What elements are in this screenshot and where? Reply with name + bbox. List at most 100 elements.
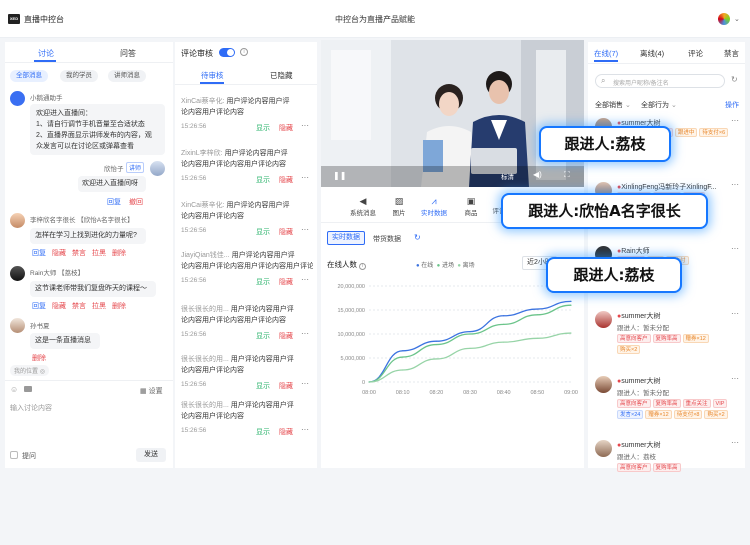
question-checkbox[interactable] <box>10 451 18 459</box>
toolbar-image[interactable]: ▨ 图片 <box>389 196 409 217</box>
operate-button[interactable]: 操作 <box>725 100 739 110</box>
hide-button[interactable]: 隐藏 <box>279 277 293 287</box>
x-tick-label: 08:00 <box>362 390 376 396</box>
recall-button[interactable]: 撤回 <box>129 197 143 207</box>
review-toggle[interactable] <box>219 48 235 57</box>
data-point <box>435 358 437 360</box>
pause-icon[interactable]: ❚❚ <box>333 171 346 180</box>
more-icon[interactable]: ··· <box>301 329 309 338</box>
reply-button[interactable]: 回复 <box>32 248 46 258</box>
filter-my-students[interactable]: 我的学员 <box>60 70 98 82</box>
hide-button[interactable]: 隐藏 <box>52 248 66 258</box>
reply-button[interactable]: 回复 <box>107 197 121 207</box>
folder-icon[interactable] <box>24 386 32 392</box>
toolbar-label: 图片 <box>392 210 406 217</box>
chevron-down-icon: ⌄ <box>670 102 677 109</box>
toolbar-realtime-data[interactable]: ⩘ 实时数据 <box>420 196 448 217</box>
filter-lecturer-messages[interactable]: 讲师消息 <box>108 70 146 82</box>
tab-hidden[interactable]: 已隐藏 <box>270 70 293 81</box>
reviewer-name: ZixinL李梓欣: <box>181 150 223 157</box>
tab-discussion[interactable]: 讨论 <box>38 48 54 59</box>
sales-filter[interactable]: 全部销售 ⌄ <box>595 100 631 110</box>
show-button[interactable]: 显示 <box>256 123 270 133</box>
reviewer-name: 很长很长的用... <box>181 356 229 363</box>
more-icon[interactable]: ··· <box>731 374 739 383</box>
more-icon[interactable]: ··· <box>301 173 309 182</box>
follower-callout: 跟进人:荔枝 <box>546 257 682 293</box>
toolbar-system-messages[interactable]: ◀ 系统消息 <box>350 196 376 217</box>
refresh-icon[interactable]: ↻ <box>414 233 421 242</box>
more-icon[interactable]: ··· <box>301 275 309 284</box>
show-button[interactable]: 显示 <box>256 427 270 437</box>
tab-sales-data[interactable]: 带货数据 <box>373 234 401 244</box>
chevron-down-icon[interactable]: ⌄ <box>734 15 740 23</box>
more-icon[interactable]: ··· <box>731 309 739 318</box>
block-button[interactable]: 拉黑 <box>92 301 106 311</box>
filter-all-messages[interactable]: 全部消息 <box>10 70 48 82</box>
user-message: 怎样在学习上找到进化的力量呢? <box>30 228 146 244</box>
show-button[interactable]: 显示 <box>256 277 270 287</box>
hide-button[interactable]: 隐藏 <box>279 331 293 341</box>
tab-pending[interactable]: 待审核 <box>201 70 224 81</box>
review-time: 15:26:56 <box>181 123 207 130</box>
toolbar-products[interactable]: ▣ 商品 <box>461 196 481 217</box>
mute-button[interactable]: 禁言 <box>72 301 86 311</box>
review-item: XinCai蔡辛化: 用户评论内容用户评 论内容用户评论内容 <box>181 200 313 222</box>
delete-button[interactable]: 删除 <box>112 301 126 311</box>
user-tags: 高意向客户 复购率高 <box>617 463 735 474</box>
mute-button[interactable]: 禁言 <box>72 248 86 258</box>
show-button[interactable]: 显示 <box>256 227 270 237</box>
hide-button[interactable]: 隐藏 <box>52 301 66 311</box>
tab-muted[interactable]: 禁言 <box>724 48 739 59</box>
emoji-icon[interactable]: ☺ <box>10 385 18 394</box>
show-button[interactable]: 显示 <box>256 381 270 391</box>
more-icon[interactable]: ··· <box>731 180 739 189</box>
my-position-button[interactable]: 我的位置 ◎ <box>10 365 49 376</box>
tab-qa[interactable]: 问答 <box>120 48 136 59</box>
tab-offline[interactable]: 离线(4) <box>640 48 664 59</box>
behavior-filter[interactable]: 全部行为 ⌄ <box>641 100 677 110</box>
hide-button[interactable]: 隐藏 <box>279 227 293 237</box>
more-icon[interactable]: ··· <box>301 225 309 234</box>
settings-button[interactable]: ▦ 设置 <box>140 386 163 396</box>
more-icon[interactable]: ··· <box>731 244 739 253</box>
info-icon[interactable]: i <box>359 263 367 270</box>
send-button[interactable]: 发送 <box>136 448 166 462</box>
hide-button[interactable]: 隐藏 <box>279 123 293 133</box>
data-point <box>503 323 505 325</box>
tab-realtime-data[interactable]: 实时数据 <box>327 231 365 245</box>
question-label: 提问 <box>22 453 36 460</box>
more-icon[interactable]: ··· <box>731 438 739 447</box>
info-icon[interactable]: i <box>240 48 248 56</box>
review-first-line: ZixinL李梓欣: 用户评论内容用户评 <box>181 148 313 159</box>
more-icon[interactable]: ··· <box>301 121 309 130</box>
user-avatar[interactable] <box>718 13 730 25</box>
more-icon[interactable]: ··· <box>301 425 309 434</box>
volume-icon[interactable]: ◀) <box>533 170 542 179</box>
show-button[interactable]: 显示 <box>256 331 270 341</box>
hide-button[interactable]: 隐藏 <box>279 427 293 437</box>
user-search-input[interactable]: ⌕ 搜索用户昵称/备注名 <box>595 74 725 88</box>
more-icon[interactable]: ··· <box>731 116 739 125</box>
fullscreen-icon[interactable]: ⛶ <box>564 170 570 180</box>
tab-online[interactable]: 在线(7) <box>594 48 618 59</box>
block-button[interactable]: 拉黑 <box>92 248 106 258</box>
assistant-name: 小鹅通助手 <box>30 95 63 102</box>
assistant-line: 1、请自行调节手机音量至合适状态 <box>36 121 145 128</box>
review-text: 用户评论内容用户评 <box>231 252 295 259</box>
reply-button[interactable]: 回复 <box>32 301 46 311</box>
more-icon[interactable]: ··· <box>301 379 309 388</box>
resolution-button[interactable]: 标清 <box>501 171 514 181</box>
refresh-icon[interactable]: ↻ <box>731 75 738 84</box>
user-message: 这节课老师带我们复盘昨天的课程～ <box>30 281 156 297</box>
tab-comments[interactable]: 评论 <box>688 48 703 59</box>
discussion-input[interactable]: 输入讨论内容 <box>10 403 160 413</box>
show-button[interactable]: 显示 <box>256 175 270 185</box>
hide-button[interactable]: 隐藏 <box>279 381 293 391</box>
delete-button[interactable]: 删除 <box>112 248 126 258</box>
hide-button[interactable]: 隐藏 <box>279 175 293 185</box>
live-video[interactable]: ❚❚ 标清 ◀) ⛶ <box>321 40 584 187</box>
delete-button[interactable]: 删除 <box>32 353 46 363</box>
user-avatar <box>595 376 612 393</box>
data-point <box>536 337 538 339</box>
